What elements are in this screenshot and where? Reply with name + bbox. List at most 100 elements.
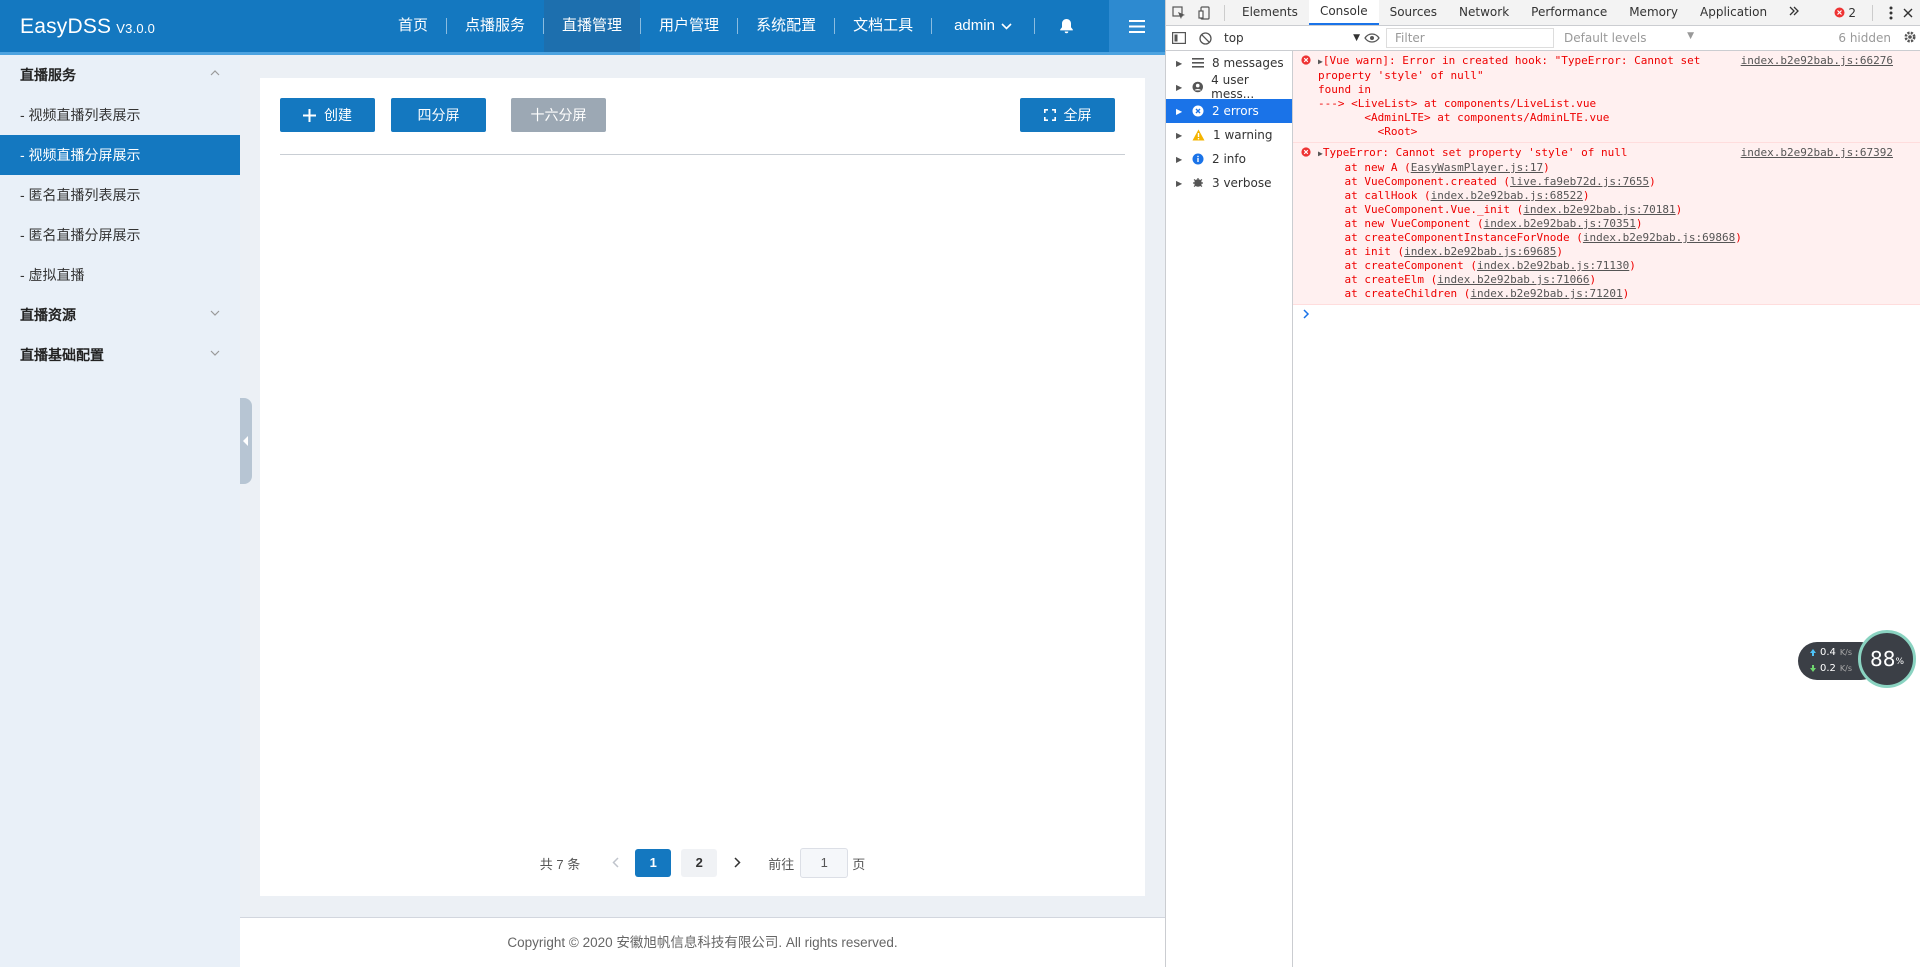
network-speed-widget[interactable]: 0.4 K/s 0.2 K/s 88% (1798, 630, 1920, 692)
sidebar-errors-label: 2 errors (1212, 104, 1259, 118)
sidebar-info[interactable]: ▶ 2 info (1166, 147, 1292, 171)
pagination-page-2[interactable]: 2 (681, 849, 718, 877)
js-context-select[interactable]: top ▼ (1218, 28, 1364, 48)
sidebar-item-live-split[interactable]: - 视频直播分屏展示 (0, 135, 240, 175)
more-tabs-button[interactable] (1778, 0, 1810, 25)
sidebar-group-live-basic-config[interactable]: 直播基础配置 (0, 335, 240, 375)
pagination-next-button[interactable] (722, 856, 752, 871)
gear-icon[interactable] (1903, 30, 1917, 44)
stack-link[interactable]: live.fa9eb72d.js:7655 (1510, 175, 1649, 188)
show-sidebar-button[interactable] (1166, 32, 1192, 44)
expand-triangle-icon: ▶ (1176, 106, 1183, 116)
close-icon[interactable] (1903, 8, 1913, 18)
devtools-tab-sources[interactable]: Sources (1379, 0, 1448, 25)
log-source-link[interactable]: index.b2e92bab.js:66276 (1741, 54, 1893, 68)
inspect-element-button[interactable] (1166, 5, 1192, 20)
user-name: admin (954, 17, 995, 34)
stack-frame: at init (index.b2e92bab.js:69685) (1318, 245, 1564, 258)
kebab-menu-icon[interactable] (1889, 6, 1893, 20)
sidebar-item-anon-live-split[interactable]: - 匿名直播分屏展示 (0, 215, 240, 255)
stack-link[interactable]: EasyWasmPlayer.js:17 (1411, 161, 1543, 174)
sidebar-item-virtual-live[interactable]: - 虚拟直播 (0, 255, 240, 295)
sidebar-warnings-label: 1 warning (1213, 128, 1273, 142)
log-line: found in (1318, 83, 1371, 96)
sidebar-collapse-handle[interactable] (240, 398, 252, 484)
eye-icon[interactable] (1364, 33, 1380, 43)
split-screen-panel: 创建 四分屏 十六分屏 全屏 共 7 条 1 2 前往 1 页 (260, 78, 1145, 896)
console-error-typeerror[interactable]: index.b2e92bab.js:67392 ▶TypeError: Cann… (1293, 143, 1920, 305)
sidebar: 直播服务 - 视频直播列表展示 - 视频直播分屏展示 - 匿名直播列表展示 - … (0, 55, 240, 967)
clear-console-button[interactable] (1192, 31, 1218, 45)
fullscreen-button[interactable]: 全屏 (1020, 98, 1115, 132)
pagination-prev-button[interactable] (600, 856, 630, 871)
stack-frame: at new VueComponent (index.b2e92bab.js:7… (1318, 217, 1643, 230)
stack-link[interactable]: index.b2e92bab.js:68522 (1431, 189, 1583, 202)
nav-doc-tools[interactable]: 文档工具 (835, 0, 931, 52)
stack-link[interactable]: index.b2e92bab.js:71130 (1477, 259, 1629, 272)
pagination-page-1[interactable]: 1 (635, 849, 672, 877)
memory-usage-value: 88 (1869, 647, 1896, 671)
console-error-vue-warn[interactable]: index.b2e92bab.js:66276 ▶[Vue warn]: Err… (1293, 51, 1920, 143)
create-button[interactable]: 创建 (280, 98, 375, 132)
stack-frame: at VueComponent.Vue._init (index.b2e92ba… (1318, 203, 1683, 216)
stack-fn: at new VueComponent ( (1318, 217, 1484, 230)
sidebar-verbose[interactable]: ▶ 3 verbose (1166, 171, 1292, 195)
hamburger-menu-button[interactable] (1109, 0, 1165, 52)
quad-screen-button[interactable]: 四分屏 (391, 98, 486, 132)
stack-fn: at init ( (1318, 245, 1405, 258)
arrow-down-icon (1810, 665, 1816, 672)
pagination-total: 共 7 条 (539, 856, 581, 872)
quad-screen-label: 四分屏 (417, 107, 460, 123)
user-menu[interactable]: admin (932, 0, 1034, 52)
sidebar-errors[interactable]: ▶ 2 errors (1166, 99, 1292, 123)
chevron-right-icon (734, 856, 741, 868)
brand-logo[interactable]: EasyDSS V3.0.0 (20, 15, 155, 39)
dropdown-triangle-icon: ▼ (1687, 31, 1694, 41)
sidebar-messages-label: 8 messages (1212, 56, 1284, 70)
sixteen-screen-button[interactable]: 十六分屏 (511, 98, 606, 132)
nav-home[interactable]: 首页 (380, 0, 446, 52)
main-nav: 首页 点播服务 直播管理 用户管理 系统配置 文档工具 admin (380, 0, 1098, 52)
stack-link[interactable]: index.b2e92bab.js:69685 (1404, 245, 1556, 258)
device-toolbar-button[interactable] (1192, 5, 1218, 20)
nav-live-management[interactable]: 直播管理 (544, 0, 641, 52)
cursor-inspect-icon (1172, 5, 1185, 19)
stack-fn: at createChildren ( (1318, 287, 1471, 300)
devtools-tab-network[interactable]: Network (1448, 0, 1520, 25)
sidebar-user-messages[interactable]: ▶ 4 user mess... (1166, 73, 1292, 101)
stack-link[interactable]: index.b2e92bab.js:69868 (1583, 231, 1735, 244)
nav-system-config[interactable]: 系统配置 (738, 0, 834, 52)
download-value: 0.2 (1820, 663, 1836, 674)
log-levels-select[interactable]: Default levels ▼ (1564, 31, 1714, 45)
devtools-tab-memory[interactable]: Memory (1618, 0, 1689, 25)
stack-link[interactable]: index.b2e92bab.js:71201 (1470, 287, 1622, 300)
sidebar-messages[interactable]: ▶ 8 messages (1166, 51, 1292, 75)
stack-link[interactable]: index.b2e92bab.js:71066 (1437, 273, 1589, 286)
log-levels-value: Default levels (1564, 31, 1647, 45)
sidebar-warnings[interactable]: ▶ 1 warning (1166, 123, 1292, 147)
log-source-link[interactable]: index.b2e92bab.js:67392 (1741, 146, 1893, 160)
stack-link[interactable]: index.b2e92bab.js:70181 (1523, 203, 1675, 216)
sidebar-group-live-service[interactable]: 直播服务 (0, 55, 240, 95)
console-prompt-input[interactable] (1293, 305, 1920, 325)
console-filter-input[interactable]: Filter (1386, 28, 1554, 48)
nav-vod-service[interactable]: 点播服务 (447, 0, 543, 52)
devtools-panel: Elements Console Sources Network Perform… (1165, 0, 1920, 967)
sidebar-item-anon-live-list[interactable]: - 匿名直播列表展示 (0, 175, 240, 215)
sidebar-group-live-resources[interactable]: 直播资源 (0, 295, 240, 335)
bug-icon (1193, 178, 1203, 187)
brand-version: V3.0.0 (116, 21, 156, 36)
nav-user-management[interactable]: 用户管理 (641, 0, 737, 52)
devtools-tab-console[interactable]: Console (1308, 0, 1379, 25)
console-output: index.b2e92bab.js:66276 ▶[Vue warn]: Err… (1293, 51, 1920, 967)
devtools-tab-performance[interactable]: Performance (1520, 0, 1618, 25)
devtools-tab-application[interactable]: Application (1689, 0, 1778, 25)
error-count-badge[interactable]: 2 (1834, 6, 1856, 20)
error-circle-icon (1301, 147, 1311, 157)
stack-link[interactable]: index.b2e92bab.js:70351 (1484, 217, 1636, 230)
devtools-tab-elements[interactable]: Elements (1231, 0, 1309, 25)
notifications-button[interactable] (1035, 0, 1098, 52)
sidebar-item-live-list[interactable]: - 视频直播列表展示 (0, 95, 240, 135)
pagination-goto-input[interactable]: 1 (800, 848, 849, 878)
top-navbar: EasyDSS V3.0.0 首页 点播服务 直播管理 用户管理 系统配置 文档工… (0, 0, 1165, 55)
